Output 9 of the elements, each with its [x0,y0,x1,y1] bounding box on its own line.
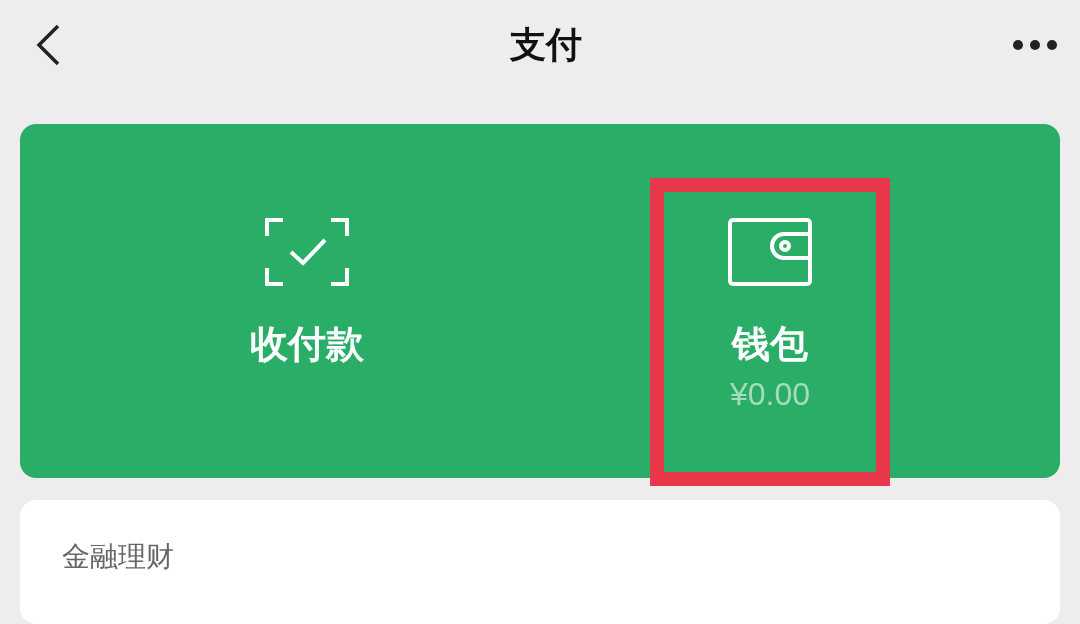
balance-amount: ¥0.00 [729,376,811,412]
chevron-left-icon [34,23,62,67]
section-title: 金融理财 [62,539,174,575]
more-icon [1012,39,1058,51]
page-title: 支付 [510,22,582,67]
wallet-button[interactable]: 钱包 ¥0.00 [728,218,812,412]
pay-receive-button[interactable]: 收付款 [250,218,364,366]
wallet-icon [728,218,812,286]
scan-check-icon [265,218,349,286]
